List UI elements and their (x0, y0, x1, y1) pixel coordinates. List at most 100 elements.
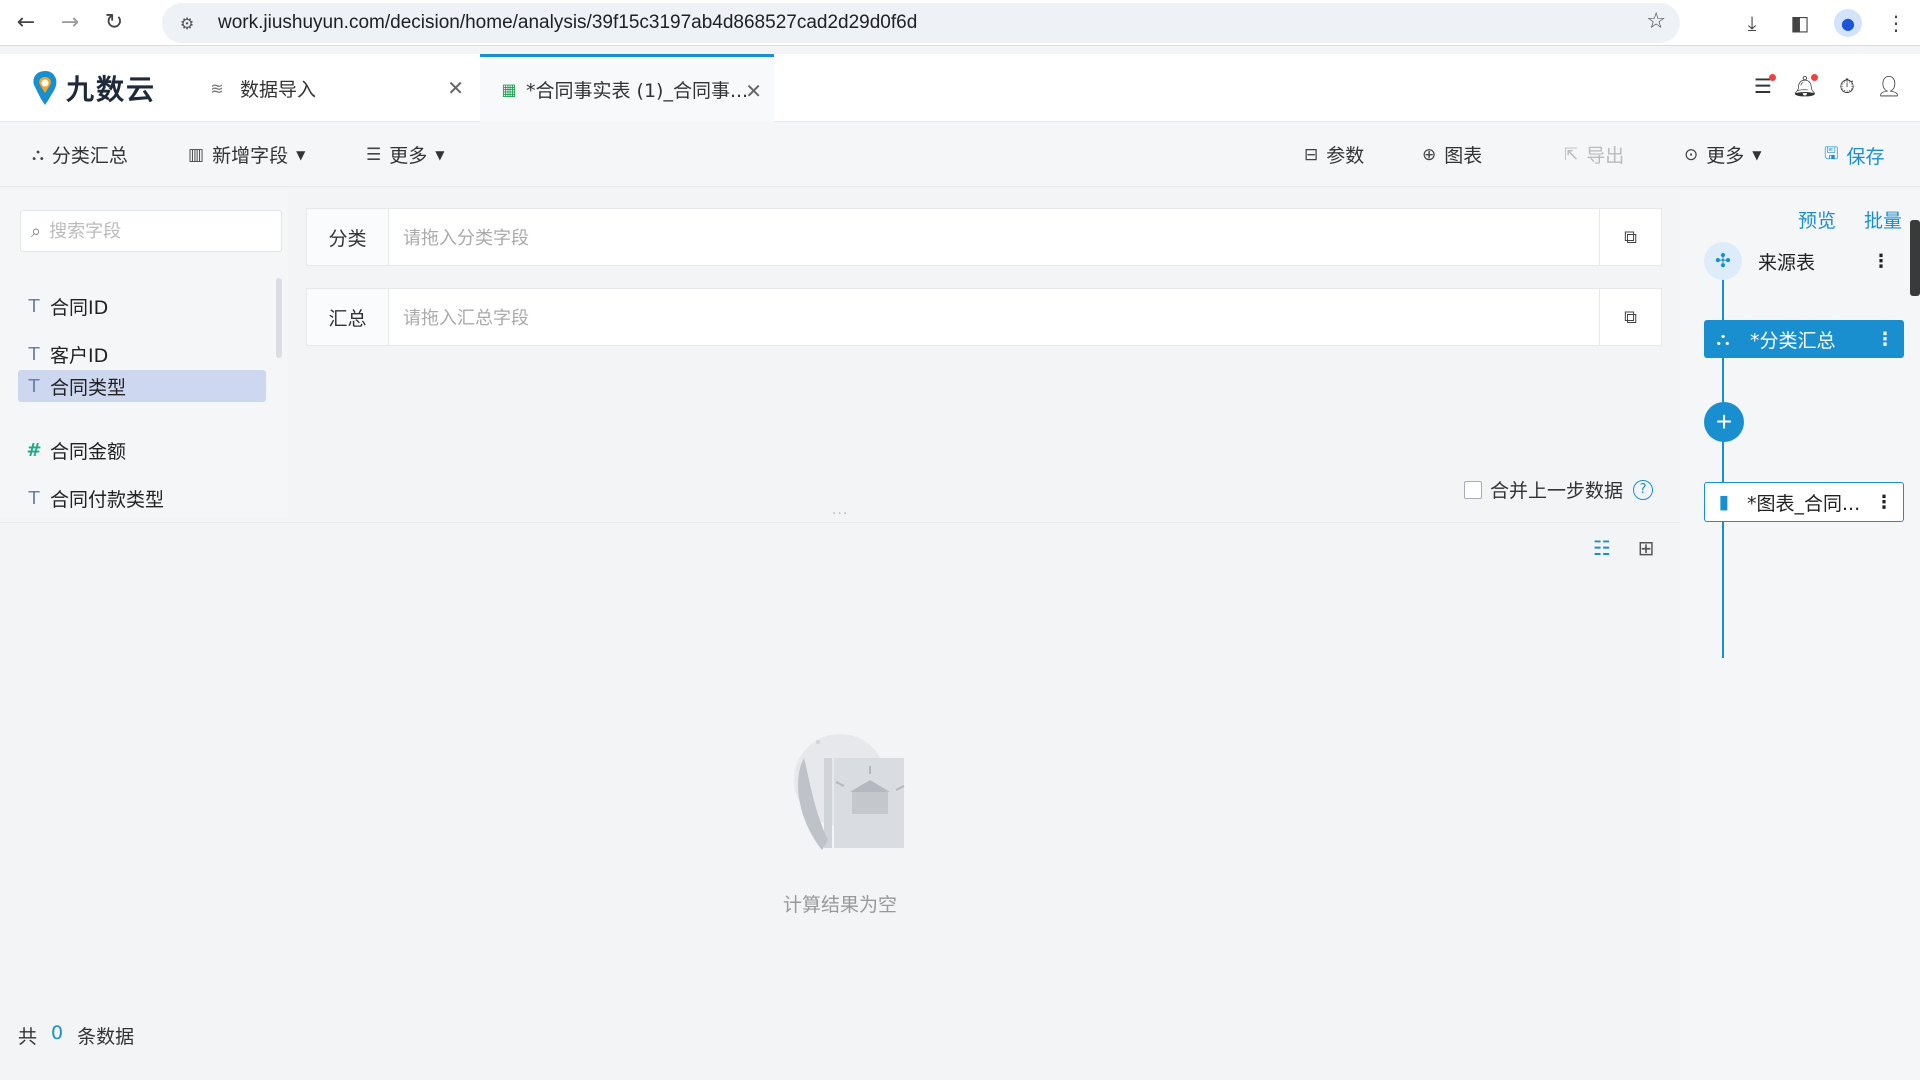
footer-prefix: 共 (18, 1026, 38, 1048)
caret-down-icon: ▼ (296, 147, 306, 162)
node-label: 来源表 (1758, 251, 1816, 274)
grid-view-icon[interactable]: ⊞ (1632, 536, 1660, 560)
merge-checkbox[interactable] (1464, 480, 1482, 499)
bar-chart-icon: ▮ (1718, 491, 1730, 513)
summary-drop-zone[interactable]: 请拖入汇总字段 (389, 289, 1599, 345)
text-type-icon: T (28, 343, 40, 365)
save-button[interactable]: 🖫 保存 (1824, 141, 1885, 170)
field-item[interactable]: T 合同付款类型 (18, 482, 266, 514)
preview-link[interactable]: 预览 (1798, 206, 1836, 233)
bell-icon[interactable]: 🔔︎ (1784, 74, 1826, 98)
forward-icon[interactable]: → (52, 5, 88, 41)
side-panel-icon[interactable]: ◧ (1776, 11, 1824, 35)
database-import-icon: ≋ (210, 78, 224, 98)
save-icon: 🖫 (1824, 144, 1839, 164)
logo-text: 九数云 (66, 73, 157, 106)
panel-divider (0, 522, 1680, 523)
text-type-icon: T (28, 487, 40, 509)
more-actions-button[interactable]: ⊙ 更多 ▼ (1684, 141, 1762, 168)
timer-icon[interactable]: ⏱ (1826, 74, 1868, 98)
add-field-button[interactable]: ▥ 新增字段 ▼ (188, 141, 305, 168)
flow-scrollbar[interactable] (1910, 220, 1920, 296)
back-icon[interactable]: ← (8, 5, 44, 41)
node-label: *图表_合同... (1747, 492, 1861, 515)
add-step-button[interactable]: + (1704, 402, 1744, 442)
merge-previous-option[interactable]: 合并上一步数据 ? (1464, 476, 1654, 503)
text-type-icon: T (28, 375, 40, 397)
add-circle-icon: ⊕ (1422, 144, 1437, 165)
params-icon: ⊟ (1304, 144, 1319, 165)
caret-down-icon: ▼ (435, 147, 445, 162)
number-type-icon: # (26, 439, 42, 461)
chart-node[interactable]: ▮ *图表_合同... ⋮ (1704, 482, 1904, 522)
source-table-node[interactable]: ✣ 来源表 ⋮ (1704, 242, 1900, 280)
notification-dot (1811, 74, 1818, 81)
field-list-scrollbar[interactable] (276, 278, 282, 358)
kebab-menu-icon[interactable]: ⋮ (1876, 329, 1894, 350)
field-label: 客户ID (50, 344, 109, 367)
chart-button[interactable]: ⊕ 图表 (1422, 141, 1482, 168)
field-search-box[interactable]: ⌕ (20, 210, 282, 252)
analysis-toolbar: ⛬ 分类汇总 ▥ 新增字段 ▼ ☰ 更多 ▼ ⊟ 参数 ⊕ 图表 ⇱ 导出 ⊙ … (0, 123, 1920, 187)
field-item[interactable]: T 合同类型 (18, 370, 266, 402)
tab-label: *合同事实表 (1)_合同事... (526, 80, 749, 102)
list-icon: ☰ (366, 144, 382, 165)
field-label: 合同ID (50, 296, 109, 319)
export-icon: ⇱ (1564, 144, 1579, 165)
search-input[interactable] (49, 220, 250, 242)
notification-dot (1769, 74, 1776, 81)
user-icon[interactable]: 👤︎ (1868, 74, 1910, 98)
address-bar[interactable]: ⚙ work.jiushuyun.com/decision/home/analy… (162, 3, 1680, 43)
kebab-menu-icon[interactable]: ⋮ (1875, 492, 1893, 513)
help-icon[interactable]: ? (1633, 479, 1654, 500)
browser-actions: ⤓ ◧ ● ⋮ (1728, 0, 1920, 46)
tab-analysis[interactable]: ▦ *合同事实表 (1)_合同事... ✕ (480, 54, 774, 122)
export-button[interactable]: ⇱ 导出 (1564, 141, 1624, 168)
toolbox-icon[interactable]: ⧉ (1599, 209, 1661, 265)
batch-link[interactable]: 批量 (1864, 206, 1902, 233)
group-summary-node[interactable]: ⛬ *分类汇总 ⋮ (1704, 320, 1904, 358)
add-column-icon: ▥ (188, 144, 205, 165)
flow-links: 预览 批量 (1770, 206, 1902, 233)
close-icon[interactable]: ✕ (745, 79, 762, 103)
list-view-icon[interactable]: ☷ (1588, 536, 1616, 560)
profile-avatar[interactable]: ● (1834, 9, 1862, 37)
site-settings-icon[interactable]: ⚙ (172, 8, 202, 38)
category-drop-zone[interactable]: 请拖入分类字段 (389, 209, 1599, 265)
tab-data-import[interactable]: ≋ 数据导入 ✕ (186, 54, 476, 122)
field-label: 合同付款类型 (50, 488, 165, 511)
app-header-actions: ☰ 🔔︎ ⏱ 👤︎ (1742, 74, 1910, 98)
logo-mark-icon (33, 71, 57, 105)
params-button[interactable]: ⊟ 参数 (1304, 141, 1364, 168)
field-label: 合同金额 (50, 440, 127, 463)
row-count: 0 (51, 1022, 64, 1044)
field-item[interactable]: T 客户ID (18, 338, 266, 370)
toolbox-icon[interactable]: ⧉ (1599, 289, 1661, 345)
close-icon[interactable]: ✕ (447, 76, 464, 100)
category-row: 分类 请拖入分类字段 ⧉ (306, 208, 1662, 266)
reload-icon[interactable]: ↻ (96, 5, 132, 41)
more-menu-button[interactable]: ☰ 更多 ▼ (366, 141, 445, 168)
group-summary-label: ⛬ 分类汇总 (32, 144, 128, 168)
download-icon[interactable]: ⤓ (1728, 11, 1776, 35)
url-text[interactable]: work.jiushuyun.com/decision/home/analysi… (218, 12, 917, 34)
summary-label: 汇总 (307, 289, 389, 345)
field-item[interactable]: T 合同ID (18, 290, 266, 322)
empty-result-text: 计算结果为空 (782, 894, 897, 916)
caret-down-icon: ▼ (1752, 147, 1762, 162)
browser-menu-icon[interactable]: ⋮ (1872, 11, 1920, 35)
bookmark-star-icon[interactable]: ☆ (1646, 9, 1666, 34)
app-tab-bar: 九数云 ≋ 数据导入 ✕ ▦ *合同事实表 (1)_合同事... ✕ ☰ 🔔︎ … (0, 54, 1920, 122)
tab-label: 数据导入 (240, 78, 317, 101)
search-icon: ⌕ (31, 220, 42, 242)
kebab-menu-icon[interactable]: ⋮ (1872, 251, 1890, 272)
text-type-icon: T (28, 295, 40, 317)
app-logo[interactable]: 九数云 (30, 68, 156, 108)
summary-row: 汇总 请拖入汇总字段 ⧉ (306, 288, 1662, 346)
profile-icon[interactable]: ● (1824, 9, 1872, 37)
merge-label: 合并上一步数据 (1490, 480, 1624, 502)
task-list-icon[interactable]: ☰ (1742, 74, 1784, 98)
field-item[interactable]: # 合同金额 (18, 434, 266, 466)
resize-handle[interactable]: ··· (832, 506, 848, 522)
row-count-footer: 共 0 条数据 (18, 1022, 134, 1049)
